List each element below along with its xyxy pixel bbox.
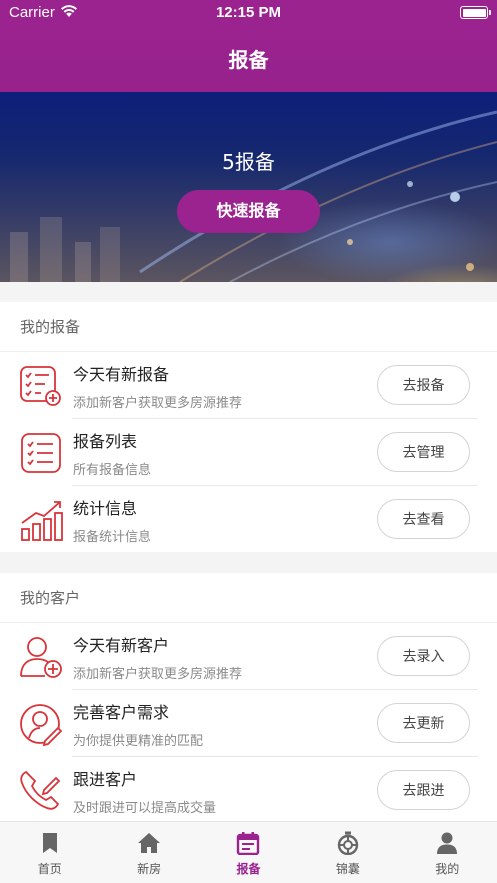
house-icon [138, 833, 161, 853]
tab-label: 报备 [236, 862, 261, 876]
row-title: 统计信息 [73, 499, 138, 518]
list-item: 统计信息 报备统计信息 去查看 [0, 486, 497, 553]
row-subtitle: 所有报备信息 [73, 463, 152, 478]
list-item: 今天有新报备 添加新客户获取更多房源推荐 去报备 [0, 352, 497, 419]
row-subtitle: 为你提供更精准的匹配 [73, 734, 204, 749]
list-item: 今天有新客户 添加新客户获取更多房源推荐 去录入 [0, 623, 497, 690]
list-item: 完善客户需求 为你提供更精准的匹配 去更新 [0, 690, 497, 757]
report-count: 5报备 [222, 150, 275, 174]
go-enter-button[interactable]: 去录入 [377, 636, 470, 676]
tab-tips[interactable]: 锦囊 [298, 822, 397, 883]
tab-mine[interactable]: 我的 [398, 822, 497, 883]
go-update-button[interactable]: 去更新 [377, 703, 470, 743]
list-item: 报备列表 所有报备信息 去管理 [0, 419, 497, 486]
go-report-button[interactable]: 去报备 [377, 365, 470, 405]
row-subtitle: 添加新客户获取更多房源推荐 [73, 396, 243, 411]
status-bar: Carrier 12:15 PM [0, 0, 497, 26]
bookmark-icon [42, 833, 57, 853]
nav-header: Carrier 12:15 PM 报备 [0, 0, 497, 92]
row-title: 今天有新报备 [73, 365, 170, 384]
hero-banner: 5报备 快速报备 [0, 92, 497, 282]
row-title: 今天有新客户 [73, 636, 170, 655]
checklist-icon [21, 433, 61, 473]
list-item: 跟进客户 及时跟进可以提高成交量 去跟进 [0, 757, 497, 824]
page-title: 报备 [228, 48, 269, 72]
quick-report-button[interactable]: 快速报备 [177, 190, 320, 233]
section-title: 我的报备 [0, 302, 497, 352]
stopwatch-icon [337, 831, 359, 855]
tab-bar: 首页 新房 报备 锦囊 我的 [0, 821, 497, 883]
tab-label: 新房 [137, 862, 162, 876]
city-lights-image [10, 110, 497, 282]
my-customers-section: 我的客户 今天有新客户 添加新客户获取更多房源推荐 去录入 完善客户需求 为你提… [0, 573, 497, 821]
section-title: 我的客户 [0, 573, 497, 623]
tab-label: 首页 [37, 862, 62, 876]
my-reports-section: 我的报备 今天有新报备 添加新客户获取更多房源推荐 去报备 报备列表 所有报备信… [0, 302, 497, 552]
row-subtitle: 报备统计信息 [73, 530, 152, 545]
tab-home[interactable]: 首页 [0, 822, 99, 883]
user-add-icon [20, 637, 62, 678]
user-edit-icon [20, 704, 63, 747]
checklist-add-icon [20, 366, 61, 406]
clock-label: 12:15 PM [215, 4, 282, 21]
phone-edit-icon [20, 770, 61, 810]
tab-label: 我的 [435, 862, 460, 876]
go-view-button[interactable]: 去查看 [377, 499, 470, 539]
calendar-icon [237, 832, 260, 855]
tab-label: 锦囊 [335, 862, 360, 876]
tab-new-homes[interactable]: 新房 [99, 822, 198, 883]
bar-chart-icon [21, 501, 63, 541]
tab-reports[interactable]: 报备 [199, 822, 298, 883]
row-title: 完善客户需求 [73, 703, 170, 722]
row-subtitle: 及时跟进可以提高成交量 [73, 801, 217, 816]
row-title: 跟进客户 [73, 770, 138, 789]
go-follow-button[interactable]: 去跟进 [377, 770, 470, 810]
battery-icon [460, 6, 491, 19]
row-title: 报备列表 [73, 432, 138, 451]
go-manage-button[interactable]: 去管理 [377, 432, 470, 472]
person-icon [437, 832, 458, 854]
row-subtitle: 添加新客户获取更多房源推荐 [73, 667, 243, 682]
